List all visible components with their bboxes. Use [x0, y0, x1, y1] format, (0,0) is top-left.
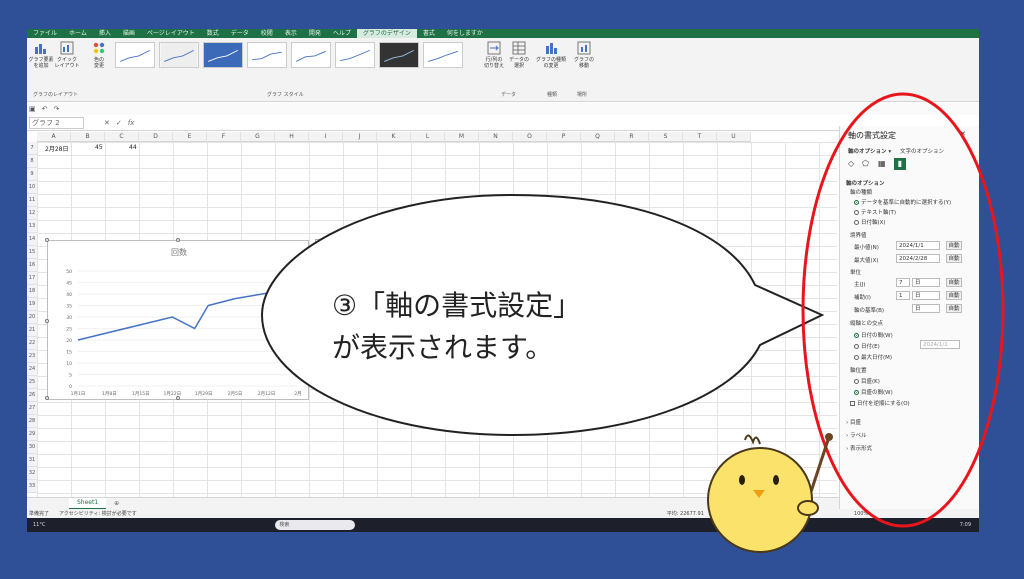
callout-line-2: が表示されます。	[332, 331, 554, 364]
callout-line-1: ③「軸の書式設定」	[332, 289, 582, 322]
pointer-tip	[825, 433, 833, 441]
chick-eye-left	[739, 475, 745, 485]
red-highlight-circle	[801, 92, 1005, 528]
chick-tuft	[744, 434, 761, 445]
chick-mascot	[707, 433, 833, 553]
chick-wing	[797, 500, 819, 516]
callout-text: ③「軸の書式設定」 が表示されます。	[332, 285, 581, 369]
chick-body	[707, 447, 813, 553]
chick-eye-right	[773, 475, 779, 485]
